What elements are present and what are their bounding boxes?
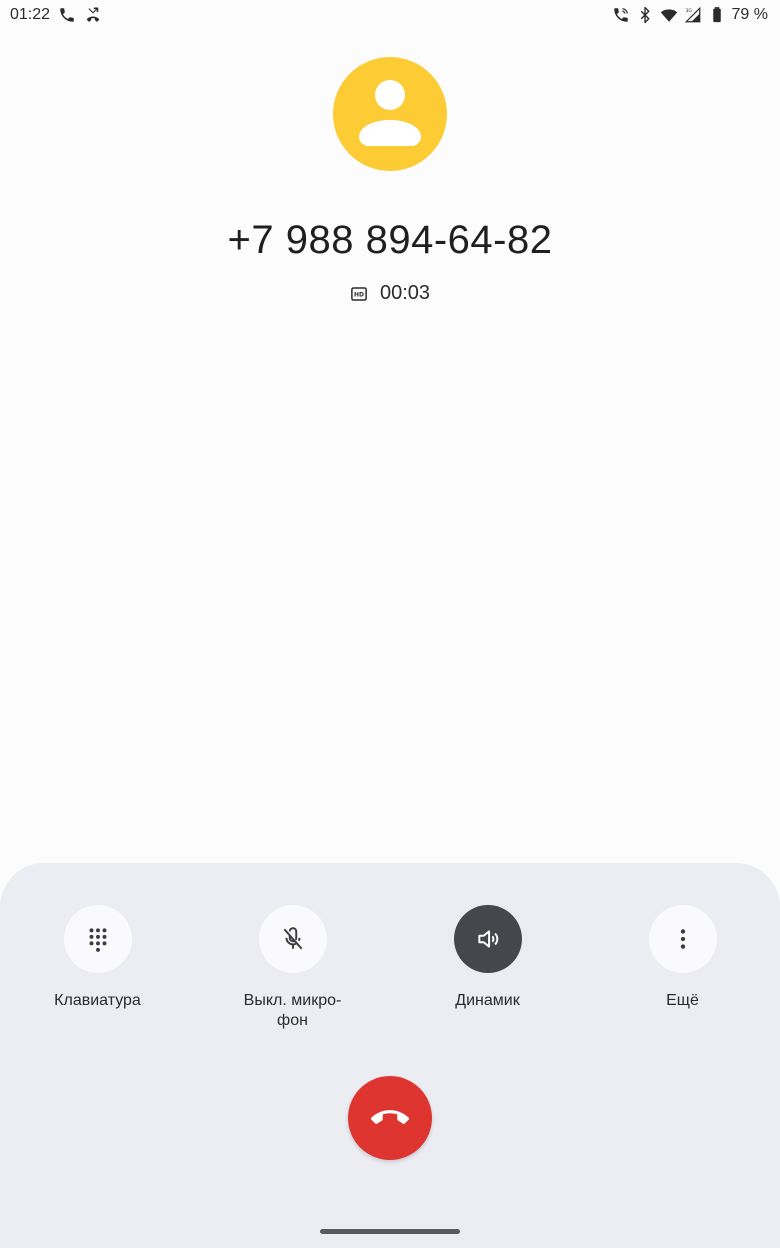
- wifi-icon: [660, 6, 678, 24]
- speaker-label: Динамик: [455, 992, 520, 1009]
- dialpad-label: Клавиатура: [54, 992, 141, 1009]
- mute-label: Выкл. микро- фон: [243, 992, 342, 1029]
- person-icon: [359, 80, 421, 146]
- status-bar-right: 3G 79 %: [612, 6, 768, 24]
- end-call-button[interactable]: [348, 1076, 432, 1160]
- call-controls: Клавиатура Выкл. микро- фон Динамик Ещё: [0, 905, 780, 1031]
- battery-percent: 79 %: [731, 6, 768, 23]
- more-vert-icon: [680, 929, 685, 949]
- call-duration: 00:03: [379, 282, 431, 304]
- call-end-icon: [371, 1110, 409, 1125]
- battery-icon: [708, 6, 726, 24]
- phone-icon: [58, 6, 76, 24]
- more-label: Ещё: [666, 992, 699, 1009]
- svg-text:HD: HD: [354, 291, 364, 298]
- status-bar: 01:22 3G 79 %: [0, 0, 780, 34]
- call-meta: HD 00:03: [0, 282, 780, 305]
- navigation-handle[interactable]: [320, 1229, 460, 1234]
- in-call-controls-sheet: Клавиатура Выкл. микро- фон Динамик Ещё: [0, 863, 780, 1248]
- status-time: 01:22: [10, 6, 51, 23]
- more-button[interactable]: [648, 905, 717, 973]
- caller-avatar: [333, 57, 447, 171]
- hd-icon: HD: [350, 285, 368, 303]
- mic-off-icon: [283, 927, 302, 950]
- caller-number: +7 988 894-64-82: [227, 218, 553, 262]
- signal-3g-icon: 3G: [684, 6, 702, 24]
- speaker-button[interactable]: [453, 905, 522, 973]
- status-bar-left: 01:22: [10, 6, 102, 24]
- control-mute: Выкл. микро- фон: [195, 905, 390, 1031]
- speaker-icon: [477, 930, 498, 948]
- dialpad-button[interactable]: [63, 905, 132, 973]
- wifi-calling-icon: [612, 6, 630, 24]
- mute-button[interactable]: [258, 905, 327, 973]
- bluetooth-icon: [636, 6, 654, 24]
- control-dialpad: Клавиатура: [0, 905, 195, 1031]
- svg-text:3G: 3G: [685, 8, 692, 14]
- dialpad-icon: [89, 928, 106, 952]
- control-more: Ещё: [585, 905, 780, 1031]
- missed-call-icon: [84, 6, 102, 24]
- control-speaker: Динамик: [390, 905, 585, 1031]
